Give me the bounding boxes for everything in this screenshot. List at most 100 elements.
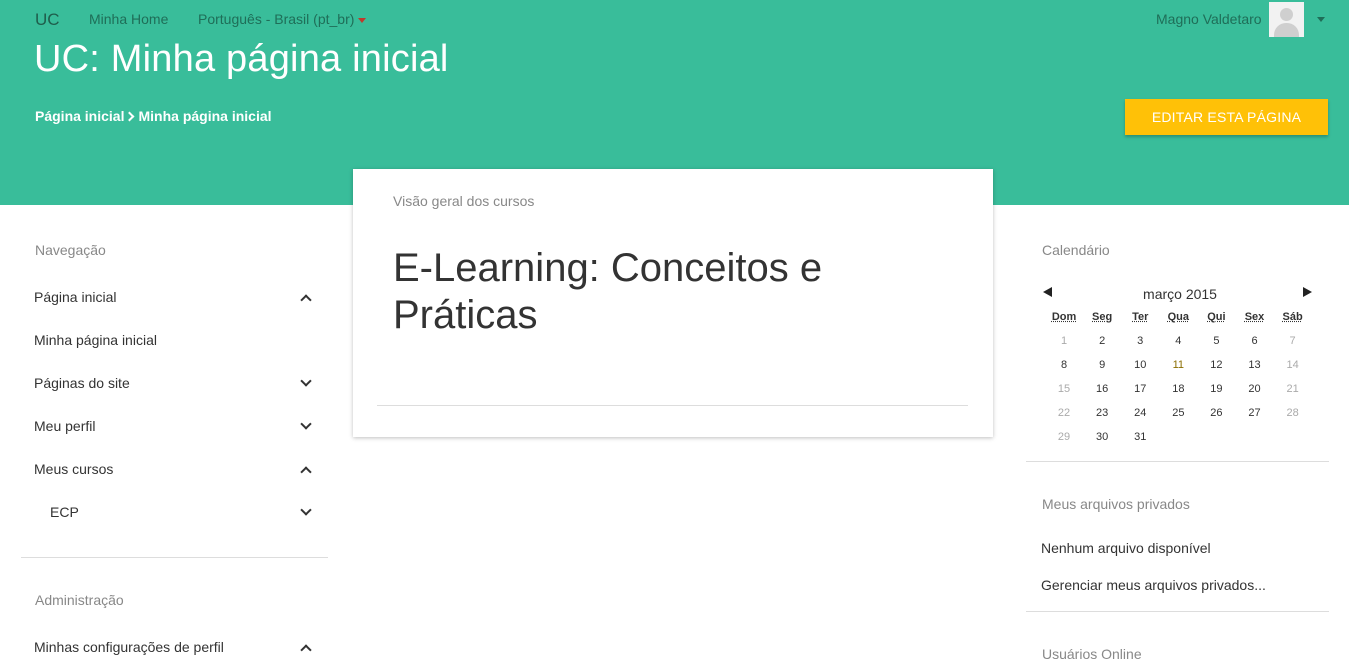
- calendar-day: 10: [1134, 359, 1147, 371]
- breadcrumb: Página inicial Minha página inicial: [35, 108, 272, 124]
- calendar-day: 30: [1096, 431, 1109, 443]
- calendar-prev-icon[interactable]: [1043, 287, 1052, 297]
- nav-item-label: Minhas configurações de perfil: [34, 639, 224, 655]
- chevron-up-icon[interactable]: [300, 644, 312, 656]
- calendar-weekdays: Dom Seg Ter Qua Qui Sex Sáb: [1045, 310, 1312, 334]
- calendar-day: 12: [1210, 359, 1223, 371]
- chevron-up-icon[interactable]: [300, 294, 312, 306]
- page-title: UC: Minha página inicial: [34, 38, 449, 80]
- calendar-day: 1: [1060, 335, 1068, 347]
- weekday-label: Sex: [1244, 311, 1265, 323]
- chevron-down-icon[interactable]: [300, 418, 312, 430]
- calendar-day: 9: [1099, 359, 1106, 371]
- calendar-day: 19: [1210, 383, 1223, 395]
- calendar-day: 3: [1137, 335, 1144, 347]
- chevron-down-icon: [358, 17, 367, 23]
- calendar-day: [1159, 430, 1197, 454]
- calendar-day: 28: [1286, 407, 1299, 419]
- nav-item-my-courses[interactable]: Meus cursos: [34, 461, 314, 478]
- calendar-day: 23: [1096, 407, 1109, 419]
- calendar-day: 22: [1057, 407, 1071, 419]
- calendar-week: 22 23 24 25 26 27 28: [1045, 406, 1312, 430]
- calendar-day: 24: [1134, 407, 1147, 419]
- nav-item-label: Minha página inicial: [34, 332, 157, 348]
- calendar-day: [1197, 430, 1235, 454]
- home-link[interactable]: Minha Home: [89, 11, 168, 27]
- nav-item-label: Página inicial: [34, 289, 117, 305]
- calendar-week: 1 2 3 4 5 6 7: [1045, 334, 1312, 358]
- weekday-label: Dom: [1051, 311, 1077, 323]
- calendar-title: Calendário: [1042, 242, 1110, 258]
- chevron-down-icon[interactable]: [300, 375, 312, 387]
- breadcrumb-home-link[interactable]: Página inicial: [35, 108, 124, 124]
- course-overview-title: Visão geral dos cursos: [393, 193, 535, 209]
- calendar-week: 29 30 31: [1045, 430, 1312, 454]
- calendar-day: 18: [1172, 383, 1185, 395]
- nav-item-site-pages[interactable]: Páginas do site: [34, 375, 314, 391]
- avatar[interactable]: [1269, 2, 1304, 37]
- course-link[interactable]: E-Learning: Conceitos e Práticas: [393, 245, 913, 339]
- calendar-day: 14: [1286, 359, 1299, 371]
- nav-item-label: ECP: [50, 504, 79, 520]
- weekday-label: Qui: [1207, 311, 1226, 323]
- nav-item-my-profile[interactable]: Meu perfil: [34, 418, 314, 434]
- online-users-title: Usuários Online: [1042, 646, 1142, 662]
- calendar-day: 16: [1096, 383, 1109, 395]
- weekday-label: Sáb: [1282, 311, 1303, 323]
- administration-title: Administração: [35, 592, 124, 608]
- user-menu-name[interactable]: Magno Valdetaro: [1156, 11, 1262, 27]
- navigation-title: Navegação: [35, 242, 106, 258]
- manage-files-link[interactable]: Gerenciar meus arquivos privados...: [1041, 577, 1266, 593]
- block-divider: [1026, 461, 1329, 462]
- chevron-down-icon[interactable]: [1317, 17, 1325, 22]
- nav-item-my-home[interactable]: Minha página inicial: [34, 332, 314, 348]
- calendar-day: 11: [1172, 359, 1185, 371]
- brand-link[interactable]: UC: [35, 10, 60, 30]
- nav-item-label: Meu perfil: [34, 418, 96, 434]
- course-overview-card: Visão geral dos cursos E-Learning: Conce…: [353, 169, 993, 437]
- calendar-day: 29: [1057, 431, 1071, 443]
- calendar-day: 6: [1251, 335, 1258, 347]
- edit-page-button[interactable]: EDITAR ESTA PÁGINA: [1125, 99, 1328, 135]
- calendar-day: 7: [1289, 335, 1296, 347]
- calendar-day: [1235, 430, 1273, 454]
- calendar-day: 8: [1060, 359, 1068, 371]
- chevron-right-icon: [125, 111, 135, 122]
- calendar-day: 21: [1286, 383, 1299, 395]
- nav-item-label: Páginas do site: [34, 375, 130, 391]
- nav-item-profile-settings[interactable]: Minhas configurações de perfil: [34, 639, 314, 656]
- calendar-day: 25: [1172, 407, 1185, 419]
- weekday-label: Ter: [1132, 311, 1149, 323]
- calendar-month: março 2015: [1143, 286, 1217, 302]
- calendar-day: 13: [1248, 359, 1261, 371]
- weekday-label: Seg: [1092, 311, 1113, 323]
- nav-item-home[interactable]: Página inicial: [34, 289, 314, 306]
- block-divider: [21, 557, 328, 558]
- nav-item-ecp[interactable]: ECP: [50, 504, 314, 520]
- no-files-text: Nenhum arquivo disponível: [1041, 540, 1211, 556]
- nav-item-label: Meus cursos: [34, 461, 114, 477]
- calendar-day: 31: [1134, 431, 1147, 443]
- weekday-label: Qua: [1167, 311, 1190, 323]
- calendar-week: 8 9 10 11 12 13 14: [1045, 358, 1312, 382]
- calendar-day: 27: [1248, 407, 1261, 419]
- calendar-day: 15: [1057, 383, 1071, 395]
- calendar-day: 4: [1175, 335, 1182, 347]
- chevron-down-icon[interactable]: [300, 504, 312, 516]
- calendar-day: 20: [1248, 383, 1261, 395]
- calendar-grid: Dom Seg Ter Qua Qui Sex Sáb 1 2 3 4 5 6 …: [1045, 310, 1312, 454]
- block-divider: [1026, 611, 1329, 612]
- private-files-title: Meus arquivos privados: [1042, 496, 1190, 512]
- calendar-day: 2: [1099, 335, 1106, 347]
- language-label: Português - Brasil (pt_br): [198, 11, 355, 27]
- chevron-up-icon[interactable]: [300, 466, 312, 478]
- breadcrumb-current[interactable]: Minha página inicial: [138, 108, 271, 124]
- calendar-day: 17: [1134, 383, 1147, 395]
- calendar-week: 15 16 17 18 19 20 21: [1045, 382, 1312, 406]
- calendar-day: [1274, 430, 1312, 454]
- calendar-day: 5: [1213, 335, 1220, 347]
- language-menu[interactable]: Português - Brasil (pt_br): [198, 11, 367, 27]
- calendar-next-icon[interactable]: [1303, 287, 1312, 297]
- calendar-day: 26: [1210, 407, 1223, 419]
- card-divider: [377, 405, 968, 406]
